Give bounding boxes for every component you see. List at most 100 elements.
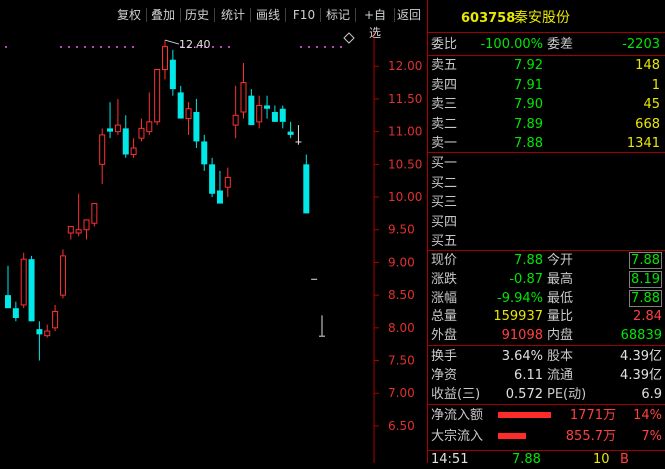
tick-price: 7.88 <box>512 452 541 467</box>
toolbar-button-8[interactable]: 返回 <box>394 6 424 24</box>
candle-body-23 <box>185 108 192 120</box>
fin-value: 4.39亿 <box>620 368 662 383</box>
toolbar-button-4[interactable]: 画线 <box>253 6 283 24</box>
y-tick-label-3: 10.50 <box>388 157 422 171</box>
stat-value: 7.88 <box>629 289 662 307</box>
kline-chart-pane[interactable]: 12.00 11.50 11.00 10.50 10.00 9.50 9.00 8.50 8.0… <box>0 0 427 463</box>
reference-dot-3 <box>300 46 302 48</box>
reference-dot-1 <box>76 46 78 48</box>
sell-label: 卖二 <box>431 116 458 132</box>
flow-amount: 1771万 <box>569 408 616 423</box>
y-tick-label-6: 9.00 <box>388 255 415 269</box>
candle-body-28 <box>224 176 231 188</box>
stock-header: 603758 秦安股份 <box>428 9 665 29</box>
stat-value: 91098 <box>501 328 543 344</box>
fin-label: 股本 <box>547 349 574 364</box>
candle-body-12 <box>99 134 106 165</box>
sell-label: 卖三 <box>431 97 458 112</box>
y-tick-label-2: 11.00 <box>388 125 422 139</box>
stock-name: 秦安股份 <box>514 10 570 26</box>
fin-value: 6.9 <box>641 387 662 402</box>
buy-label: 买五 <box>431 234 458 249</box>
diamond-icon <box>343 32 355 44</box>
sell-volume: 668 <box>635 116 660 132</box>
toolbar-button-5[interactable]: F10 <box>290 6 318 24</box>
candle-body-6 <box>52 310 59 329</box>
y-tick-label-8: 8.00 <box>388 321 415 335</box>
sell-label: 卖一 <box>431 136 458 151</box>
reference-dot-1 <box>116 46 118 48</box>
stat-label: 涨跌 <box>431 271 458 287</box>
stat-label: 量比 <box>547 309 574 325</box>
toolbar-button-0[interactable]: 复权 <box>114 6 144 24</box>
sell-level-3: 卖三 7.90 45 <box>428 95 665 114</box>
sell-volume: 1 <box>651 77 660 93</box>
toolbar-button-7[interactable]: +自选 <box>358 6 392 40</box>
toolbar-button-3[interactable]: 统计 <box>218 6 248 24</box>
candle-body-36 <box>287 131 294 135</box>
stat-label: 现价 <box>431 253 458 268</box>
kline-chart[interactable]: 12.00 11.50 11.00 10.50 10.00 9.50 9.00 8.50 8.0… <box>0 0 427 463</box>
stat-label: 最高 <box>547 271 574 287</box>
reference-dot-1 <box>68 46 70 48</box>
fin-label: 收益(三) <box>431 387 481 402</box>
reference-dot-2 <box>212 46 214 48</box>
reference-dot-1 <box>108 46 110 48</box>
stat-label: 涨幅 <box>431 290 458 306</box>
reference-dot-2 <box>228 46 230 48</box>
weicha-value: -2203 <box>622 37 660 52</box>
y-tick-label-11: 6.50 <box>388 419 415 433</box>
candle-body-8 <box>67 225 74 234</box>
candle-body-35 <box>279 108 286 122</box>
candle-body-16 <box>130 147 137 156</box>
candle-body-34 <box>271 112 278 122</box>
buy-level-5: 买五 <box>428 232 665 251</box>
fin-value: 4.39亿 <box>620 349 662 364</box>
candle-body-27 <box>216 190 223 204</box>
finance-row-1: 净资 6.11 流通 4.39亿 <box>428 366 665 385</box>
fin-label: PE(动) <box>547 387 587 402</box>
stock-code: 603758 <box>461 11 516 26</box>
buy-label: 买三 <box>431 195 458 210</box>
toolbar-button-1[interactable]: 叠加 <box>148 6 178 24</box>
sell-volume: 45 <box>643 97 660 112</box>
candle-body-14 <box>114 124 121 133</box>
sell-level-5: 卖五 7.92 148 <box>428 56 665 75</box>
stats-row-4: 外盘 91098 内盘 68839 <box>428 326 665 345</box>
y-tick-label-9: 7.50 <box>388 354 415 368</box>
flow-bar <box>498 412 552 418</box>
flow-percent: 14% <box>633 408 662 423</box>
candle-body-22 <box>177 92 184 119</box>
buy-label: 买二 <box>431 175 458 191</box>
stat-label: 最低 <box>547 290 574 306</box>
candle-body-31 <box>248 95 255 126</box>
fin-value: 6.11 <box>514 368 543 383</box>
stat-label: 外盘 <box>431 328 458 344</box>
sell-label: 卖五 <box>431 58 458 73</box>
stats-row-3: 总量 159937 量比 2.84 <box>428 307 665 326</box>
candle-body-33 <box>264 105 271 109</box>
reference-dot-3 <box>316 46 318 48</box>
toolbar-button-6[interactable]: 标记 <box>323 6 353 24</box>
stat-value: 68839 <box>620 328 662 344</box>
candle-body-1 <box>12 308 19 319</box>
flow-row-1: 大宗流入 855.7万 7% <box>428 427 665 446</box>
sell-price: 7.89 <box>514 116 543 132</box>
buy-level-3: 买三 <box>428 193 665 212</box>
reference-dot-3 <box>308 46 310 48</box>
reference-dot-0 <box>5 46 7 48</box>
y-tick-label-5: 9.50 <box>388 223 415 237</box>
fin-label: 换手 <box>431 349 458 364</box>
stat-label: 总量 <box>431 309 458 325</box>
tick-time: 14:51 <box>431 452 469 467</box>
finance-row-0: 换手 3.64% 股本 4.39亿 <box>428 347 665 366</box>
candle-body-20 <box>162 46 168 71</box>
y-tick-label-1: 11.50 <box>388 92 422 106</box>
fin-label: 净资 <box>431 368 458 383</box>
tick-row: 14:51 7.88 10 B <box>428 450 665 469</box>
candle-body-11 <box>91 203 98 224</box>
finance-row-2: 收益(三) 0.572 PE(动) 6.9 <box>428 385 665 404</box>
fin-label: 流通 <box>547 368 574 383</box>
toolbar-button-2[interactable]: 历史 <box>182 6 212 24</box>
quote-panel: 603758 秦安股份 委比 -100.00% 委差 -2203 14:51 7… <box>427 0 665 467</box>
